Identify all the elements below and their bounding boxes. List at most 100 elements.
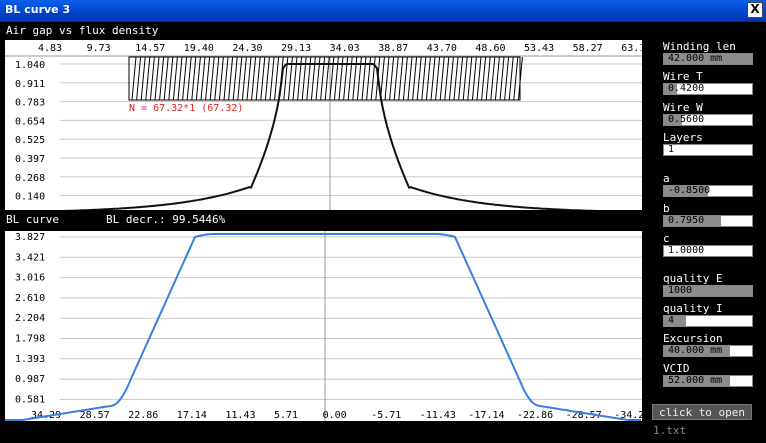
coil-hatch — [407, 56, 413, 101]
coil-hatch — [462, 56, 468, 101]
y-tick-label: 1.393 — [15, 354, 45, 365]
coil-hatch — [494, 56, 500, 101]
plot2-title: BL curve — [6, 213, 59, 226]
param-label-5: b — [663, 202, 670, 215]
y-tick-label: 3.016 — [15, 273, 45, 284]
param-label-4: a — [663, 172, 670, 185]
coil-hatch — [251, 56, 257, 101]
param-input-3[interactable]: 1 — [663, 144, 753, 156]
y-tick-label: 0.140 — [15, 192, 45, 203]
coil-hatch — [255, 56, 261, 101]
coil-hatch — [168, 56, 174, 101]
param-label-1: Wire T — [663, 70, 703, 83]
x-tick-label: 43.70 — [427, 43, 457, 54]
param-input-4[interactable]: -0.8500 — [663, 185, 753, 197]
title-bar[interactable]: BL curve 3 X — [0, 0, 766, 22]
coil-hatch — [200, 56, 206, 101]
param-label-8: quality I — [663, 302, 723, 315]
coil-hatch — [264, 56, 270, 101]
param-input-9[interactable]: 40.000 mm — [663, 345, 753, 357]
param-label-3: Layers — [663, 131, 703, 144]
open-file-button[interactable]: click to open — [652, 404, 752, 420]
x-tick-label: -22.86 — [517, 410, 553, 421]
plot1-title: Air gap vs flux density — [6, 24, 159, 37]
x-tick-label: 58.27 — [573, 43, 603, 54]
param-label-2: Wire W — [663, 101, 703, 114]
bl-curve-plot: 3.827 3.421 3.016 2.610 2.204 1.798 1.393 0.987… — [5, 231, 650, 421]
param-value: 0.5600 — [668, 114, 705, 125]
coil-hatch — [191, 56, 197, 101]
x-tick-label: 24.30 — [232, 43, 262, 54]
y-tick-label: 0.783 — [15, 98, 45, 109]
param-input-6[interactable]: 1.0000 — [663, 245, 753, 257]
coil-hatch — [435, 56, 441, 101]
flux-density-chart: 4.83 9.73 14.57 19.40 24.30 29.13 34.03 38.87 43… — [5, 43, 651, 214]
param-label-0: Winding len — [663, 40, 736, 53]
param-input-2[interactable]: 0.5600 — [663, 114, 753, 126]
coil-hatch — [182, 56, 188, 101]
bl-decrement: BL decr.: 99.5446% — [106, 213, 226, 226]
param-value: 4 — [668, 315, 675, 326]
y-tick-label: 0.911 — [15, 79, 45, 90]
bl-curve-line — [5, 233, 641, 421]
coil-hatch — [421, 56, 427, 101]
coil-hatch — [384, 56, 390, 101]
coil-hatch — [393, 56, 399, 101]
coil-hatch — [453, 56, 459, 101]
x-tick-label: -17.14 — [468, 410, 504, 421]
coil-hatch — [402, 56, 408, 101]
coil-hatch — [246, 56, 252, 101]
coil-hatch — [228, 56, 234, 101]
coil-hatch — [136, 56, 142, 101]
x-tick-label: 9.73 — [87, 43, 111, 54]
coil-hatch — [237, 56, 243, 101]
y-tick-label: 0.581 — [15, 394, 45, 405]
coil-hatch — [232, 56, 238, 101]
x-tick-label: 17.14 — [177, 410, 207, 421]
coil-hatch — [425, 56, 431, 101]
coil-hatch — [260, 56, 266, 101]
coil-hatch — [398, 56, 404, 101]
x-tick-label: 29.13 — [281, 43, 311, 54]
param-value: 52.000 mm — [668, 375, 723, 386]
param-value: 0.7950 — [668, 215, 705, 226]
x-tick-label: 28.57 — [80, 410, 110, 421]
coil-hatch — [508, 56, 514, 101]
param-input-5[interactable]: 0.7950 — [663, 215, 753, 227]
parameter-panel: Winding len 42.000 mm Wire T 0.4200 Wire W 0.… — [650, 22, 766, 443]
coil-hatch — [490, 56, 496, 101]
y-tick-label: 2.204 — [15, 313, 45, 324]
close-button[interactable]: X — [747, 2, 763, 18]
x-tick-label: 38.87 — [378, 43, 408, 54]
param-input-8[interactable]: 4 — [663, 315, 753, 327]
param-input-7[interactable]: 1000 — [663, 285, 753, 297]
coil-hatch — [458, 56, 464, 101]
x-tick-label: 48.60 — [475, 43, 505, 54]
coil-hatch — [218, 56, 224, 101]
param-value: 0.4200 — [668, 83, 705, 94]
x-tick-label: 11.43 — [225, 410, 255, 421]
coil-hatch — [467, 56, 473, 101]
coil-hatch — [471, 56, 477, 101]
param-input-1[interactable]: 0.4200 — [663, 83, 753, 95]
coil-hatch — [274, 56, 280, 101]
window-title: BL curve 3 — [5, 3, 71, 16]
param-input-10[interactable]: 52.000 mm — [663, 375, 753, 387]
coil-hatch — [186, 56, 192, 101]
coil-hatch — [504, 56, 510, 101]
x-tick-label: 53.43 — [524, 43, 554, 54]
param-value: 1.0000 — [668, 245, 705, 256]
coil-hatch — [131, 56, 137, 101]
x-tick-label: -5.71 — [371, 410, 401, 421]
y-tick-label: 3.827 — [15, 232, 45, 243]
coil-hatch — [177, 56, 183, 101]
param-input-0[interactable]: 42.000 mm — [663, 53, 753, 65]
file-name: 1.txt — [653, 424, 687, 437]
coil-hatch — [214, 56, 220, 101]
coil-hatch — [223, 56, 229, 101]
y-tick-label: 1.798 — [15, 334, 45, 345]
y-tick-label: 0.654 — [15, 116, 45, 127]
param-label-6: c — [663, 232, 670, 245]
bl-curve-chart: 3.827 3.421 3.016 2.610 2.204 1.798 1.393 0.987… — [5, 231, 650, 421]
coil-hatch — [444, 56, 450, 101]
